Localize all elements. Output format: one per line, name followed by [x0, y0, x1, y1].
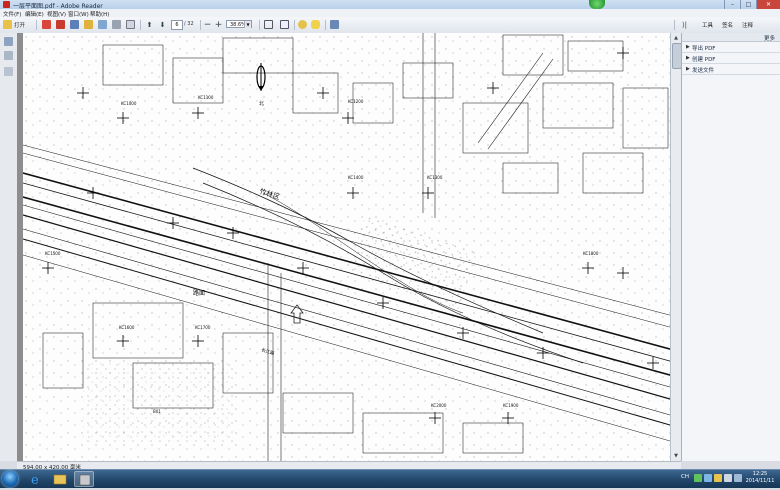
document-viewport[interactable]: 竹林区 长江路 KC1000 KC1100 KC1200 KC1300 KC14… — [17, 33, 681, 461]
svg-text:e: e — [31, 473, 39, 487]
explorer-icon[interactable] — [50, 471, 70, 487]
input-language[interactable]: CH — [681, 474, 689, 480]
update-indicator-icon[interactable] — [589, 0, 605, 9]
more-link[interactable]: 更多 — [764, 34, 775, 42]
page-number-input[interactable]: 6 — [171, 20, 183, 30]
share-icon[interactable] — [84, 20, 93, 29]
pdf-page: 竹林区 长江路 KC1000 KC1100 KC1200 KC1300 KC14… — [22, 33, 678, 461]
next-page-icon[interactable]: ⬇ — [158, 20, 167, 29]
tray-volume-icon[interactable] — [724, 474, 732, 482]
triangle-right-icon: ▶ — [686, 44, 690, 50]
navigation-pane — [0, 33, 18, 461]
clock-date: 2014/11/11 — [745, 478, 775, 484]
open-button-label[interactable]: 打开 — [14, 21, 25, 29]
comment-bubble-icon[interactable] — [311, 20, 320, 29]
create-pdf-item[interactable]: ▶ 创建 PDF — [682, 53, 780, 64]
fit-page-icon[interactable] — [264, 20, 273, 29]
bookmarks-icon[interactable] — [4, 51, 13, 60]
taskbar: e CH 12:25 2014/11/11 — [0, 469, 780, 488]
attachments-icon[interactable] — [4, 67, 13, 76]
email-icon[interactable] — [98, 20, 107, 29]
close-button[interactable]: ✕ — [756, 0, 780, 9]
maximize-button[interactable]: □ — [740, 0, 756, 9]
previous-page-icon[interactable]: ⬆ — [145, 20, 154, 29]
pavement-label: 路面 — [193, 289, 205, 297]
station-label: KC1200 — [348, 99, 364, 104]
triangle-right-icon: ▶ — [686, 66, 690, 72]
clock[interactable]: 12:25 2014/11/11 — [744, 471, 776, 485]
tools-panel-header: 更多 — [682, 33, 780, 42]
zoom-out-icon[interactable]: − — [203, 20, 212, 30]
page-thumbnails-icon[interactable] — [4, 37, 13, 46]
create-pdf-icon[interactable] — [42, 20, 51, 29]
read-mode-icon[interactable] — [298, 20, 307, 29]
tools-pane-icon[interactable]: ⟩| — [680, 20, 689, 29]
station-label: KC1500 — [45, 251, 61, 256]
save-icon[interactable] — [70, 20, 79, 29]
toolbar: 打开 ⬆ ⬇ 6 / 32 − + 38.6% ▼ ⟩| 工具 签名 注释 — [0, 17, 780, 34]
station-label: KC1000 — [121, 101, 137, 106]
scroll-down-icon[interactable]: ▼ — [672, 452, 680, 460]
station-label: KC1100 — [198, 95, 214, 100]
chevron-down-icon[interactable]: ▼ — [244, 21, 251, 28]
zoom-select[interactable]: 38.6% ▼ — [226, 20, 252, 28]
station-label: KC2000 — [431, 403, 447, 408]
station-label: KC1400 — [348, 175, 364, 180]
fit-width-icon[interactable] — [280, 20, 289, 29]
station-label: KC1700 — [195, 325, 211, 330]
station-label: KC1300 — [427, 175, 443, 180]
tray-network-icon[interactable] — [694, 474, 702, 482]
send-files-item[interactable]: ▶ 发送文件 — [682, 64, 780, 75]
clock-time: 12:25 — [752, 471, 768, 477]
tray-flag-icon[interactable] — [714, 474, 722, 482]
print-setup-icon[interactable] — [56, 20, 65, 29]
comment-tab[interactable]: 注释 — [742, 21, 753, 29]
vertical-scrollbar[interactable]: ▲ ▼ — [670, 33, 682, 461]
tools-tab[interactable]: 工具 — [702, 21, 713, 29]
block-label: B01 — [153, 409, 161, 414]
page-count: / 32 — [184, 21, 194, 27]
cad-drawing: 竹林区 长江路 KC1000 KC1100 KC1200 KC1300 KC14… — [22, 33, 678, 461]
station-label: KC1600 — [119, 325, 135, 330]
sign-tab[interactable]: 签名 — [722, 21, 733, 29]
tray-display-icon[interactable] — [734, 474, 742, 482]
open-icon[interactable] — [3, 20, 12, 29]
ie-icon[interactable]: e — [26, 471, 46, 488]
station-label: KC1900 — [503, 403, 519, 408]
email-send-icon[interactable] — [126, 20, 135, 29]
zoom-in-icon[interactable]: + — [214, 20, 223, 30]
north-label: 北 — [259, 100, 264, 107]
start-button[interactable] — [2, 471, 18, 487]
print-icon[interactable] — [112, 20, 121, 29]
triangle-right-icon: ▶ — [686, 55, 690, 61]
minimize-button[interactable]: – — [724, 0, 740, 9]
scroll-up-icon[interactable]: ▲ — [672, 34, 680, 42]
export-pdf-item[interactable]: ▶ 导出 PDF — [682, 42, 780, 53]
adobe-reader-icon — [3, 1, 10, 8]
send-files-label: 发送文件 — [692, 68, 715, 74]
tools-panel: 更多 ▶ 导出 PDF ▶ 创建 PDF ▶ 发送文件 — [681, 33, 780, 461]
export-pdf-label: 导出 PDF — [692, 46, 716, 52]
adobe-reader-task-icon[interactable] — [74, 471, 94, 487]
sign-pen-icon[interactable] — [330, 20, 339, 29]
tray-app-icon[interactable] — [704, 474, 712, 482]
station-label: KC1800 — [583, 251, 599, 256]
create-pdf-label: 创建 PDF — [692, 57, 716, 63]
